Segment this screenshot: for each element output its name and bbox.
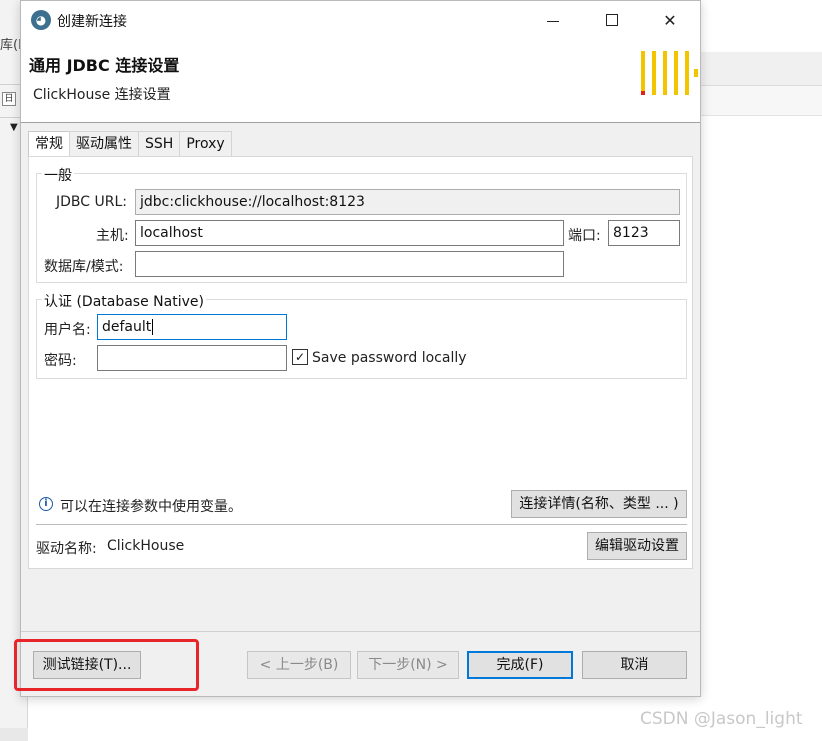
authentication-group-legend: 认证 (Database Native) xyxy=(42,291,206,311)
edit-driver-settings-button[interactable]: 编辑驱动设置 xyxy=(587,532,687,560)
background-status-strip xyxy=(0,728,28,741)
background-minimize-view-icon[interactable]: 日 xyxy=(2,92,16,106)
wizard-page-subtitle: ClickHouse 连接设置 xyxy=(33,87,171,103)
database-label: 数据库/模式: xyxy=(44,259,124,275)
general-tab-panel: 一般 JDBC URL: jdbc:clickhouse://localhost… xyxy=(28,156,693,569)
back-button[interactable]: < 上一步(B) xyxy=(247,651,351,679)
tab-proxy[interactable]: Proxy xyxy=(179,131,232,156)
text-caret xyxy=(152,319,154,335)
divider xyxy=(36,524,687,525)
tab-driver-properties[interactable]: 驱动属性 xyxy=(69,131,139,156)
footer-divider xyxy=(21,631,700,632)
general-group: 一般 JDBC URL: jdbc:clickhouse://localhost… xyxy=(36,165,687,283)
background-editor-tabbar xyxy=(700,52,822,86)
minimize-button[interactable] xyxy=(530,1,576,39)
port-field[interactable]: 8123 xyxy=(608,220,680,246)
dbeaver-app-icon: ◕ xyxy=(31,10,51,30)
username-label: 用户名: xyxy=(44,322,91,338)
driver-name-label: 驱动名称: xyxy=(36,541,97,557)
save-password-checkbox[interactable]: ✓ xyxy=(292,349,308,365)
general-group-legend: 一般 xyxy=(42,165,74,185)
csdn-watermark: CSDN @Jason_light xyxy=(640,709,803,729)
close-icon: ✕ xyxy=(663,10,677,30)
cancel-button[interactable]: 取消 xyxy=(582,651,687,679)
background-view-menu-arrow-icon[interactable]: ▼ xyxy=(10,122,18,133)
clickhouse-logo-icon xyxy=(641,51,698,95)
driver-name-value: ClickHouse xyxy=(107,538,185,554)
maximize-icon xyxy=(606,14,618,26)
connection-details-button[interactable]: 连接详情(名称、类型 ... ) xyxy=(511,490,687,518)
wizard-header: 通用 JDBC 连接设置 ClickHouse 连接设置 xyxy=(21,39,700,123)
info-icon: i xyxy=(39,497,53,511)
host-field[interactable]: localhost xyxy=(135,220,564,246)
password-label: 密码: xyxy=(44,353,77,369)
save-password-label[interactable]: Save password locally xyxy=(312,350,467,366)
close-button[interactable]: ✕ xyxy=(647,1,693,39)
next-button[interactable]: 下一步(N) > xyxy=(357,651,459,679)
jdbc-url-label: JDBC URL: xyxy=(56,194,127,210)
password-field[interactable] xyxy=(97,345,287,371)
background-editor-toolbar xyxy=(700,86,822,116)
finish-button[interactable]: 完成(F) xyxy=(467,651,573,679)
host-label: 主机: xyxy=(96,228,129,244)
username-value: default xyxy=(102,319,152,335)
tab-general[interactable]: 常规 xyxy=(28,131,70,157)
minimize-icon xyxy=(547,20,559,22)
dialog-title: 创建新连接 xyxy=(57,14,127,30)
connection-tabs: 常规 驱动属性 SSH Proxy xyxy=(28,131,232,157)
port-label: 端口: xyxy=(568,228,601,244)
create-connection-dialog: ◕ 创建新连接 ✕ 通用 JDBC 连接设置 ClickHouse 连接设置 常… xyxy=(20,0,701,697)
dialog-titlebar[interactable]: ◕ 创建新连接 ✕ xyxy=(21,1,700,39)
username-field[interactable]: default xyxy=(97,314,287,340)
database-field[interactable] xyxy=(135,251,564,277)
jdbc-url-field[interactable]: jdbc:clickhouse://localhost:8123 xyxy=(135,189,680,215)
wizard-page-title: 通用 JDBC 连接设置 xyxy=(29,56,180,75)
annotation-highlight-box xyxy=(14,639,199,691)
variables-hint-text: 可以在连接参数中使用变量。 xyxy=(60,499,242,515)
tab-ssh[interactable]: SSH xyxy=(138,131,181,156)
maximize-button[interactable] xyxy=(589,1,635,39)
